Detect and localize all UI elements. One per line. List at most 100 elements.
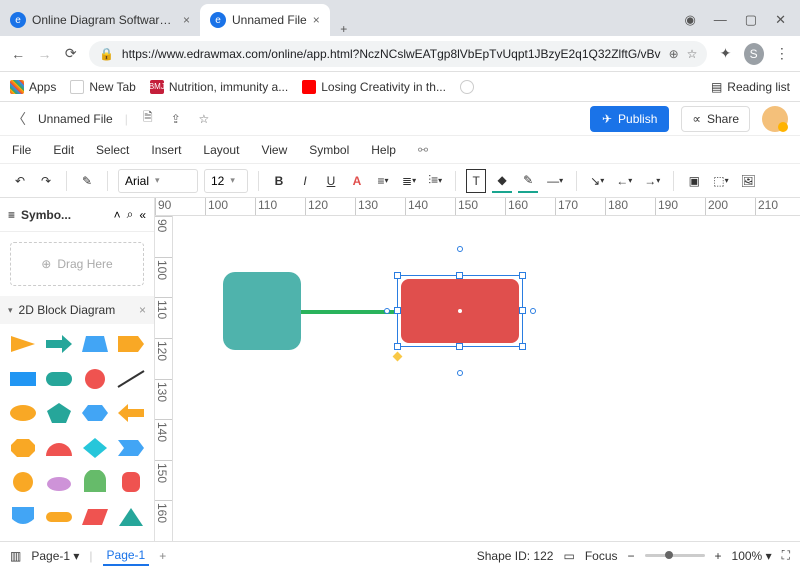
shape-rect[interactable] <box>8 367 38 391</box>
close-icon[interactable]: × <box>183 13 190 27</box>
menu-help[interactable]: Help <box>371 143 396 157</box>
zoom-level[interactable]: 100% ▾ <box>732 549 772 563</box>
italic-button[interactable]: I <box>295 169 315 193</box>
shape-flag[interactable] <box>116 332 146 356</box>
shape-cloud[interactable] <box>44 470 74 494</box>
translate-icon[interactable]: ⊕ <box>669 47 679 61</box>
connector-button[interactable]: ↘▾ <box>587 169 607 193</box>
browser-tab[interactable]: e Online Diagram Software - EdrawM × <box>0 4 200 36</box>
shape-roundrect[interactable] <box>44 367 74 391</box>
link-icon[interactable]: ⚯ <box>418 143 428 157</box>
workspace-canvas[interactable] <box>173 216 800 541</box>
shape-hexagon[interactable] <box>80 401 110 425</box>
bold-button[interactable]: B <box>269 169 289 193</box>
redo-button[interactable]: ↷ <box>36 169 56 193</box>
line-style-button[interactable]: —▾ <box>544 169 566 193</box>
star-icon[interactable]: ☆ <box>687 47 698 61</box>
shape-badge[interactable] <box>8 470 38 494</box>
shape-arrow[interactable] <box>44 332 74 356</box>
shape-arch[interactable] <box>80 470 110 494</box>
resize-handle[interactable] <box>519 343 526 350</box>
shape-circle[interactable] <box>80 367 110 391</box>
record-icon[interactable]: ◉ <box>684 12 695 28</box>
section-2d-block[interactable]: ▾ 2D Block Diagram × <box>0 296 154 324</box>
shape-shield[interactable] <box>8 505 38 529</box>
underline-button[interactable]: U <box>321 169 341 193</box>
connection-point[interactable] <box>530 308 536 314</box>
spacing-button[interactable]: ⫶≡▾ <box>425 169 445 193</box>
connection-point[interactable] <box>384 308 390 314</box>
menu-view[interactable]: View <box>261 143 287 157</box>
menu-symbol[interactable]: Symbol <box>309 143 349 157</box>
shape-pill[interactable] <box>44 505 74 529</box>
fullscreen-icon[interactable]: ⛶ <box>782 548 790 563</box>
chevron-up-icon[interactable]: ˄ <box>114 208 121 222</box>
url-input[interactable]: 🔒 https://www.edrawmax.com/online/app.ht… <box>89 41 707 67</box>
resize-handle[interactable] <box>456 343 463 350</box>
collapse-icon[interactable]: « <box>139 208 146 222</box>
star-icon[interactable]: ☆ <box>196 112 212 126</box>
menu-insert[interactable]: Insert <box>151 143 181 157</box>
shape-step[interactable] <box>116 436 146 460</box>
format-painter-button[interactable]: ✎ <box>77 169 97 193</box>
browser-tab-active[interactable]: e Unnamed File × <box>200 4 330 36</box>
drag-here-zone[interactable]: ⊕Drag Here <box>10 242 144 286</box>
close-icon[interactable]: × <box>139 303 146 317</box>
minimize-icon[interactable]: — <box>714 12 727 28</box>
menu-select[interactable]: Select <box>96 143 129 157</box>
shape-line[interactable] <box>116 367 146 391</box>
selection-box[interactable] <box>397 275 523 347</box>
extensions-icon[interactable]: ✦ <box>717 45 733 62</box>
page-tab[interactable]: Page-1 <box>103 546 150 566</box>
pages-icon[interactable]: ▥ <box>10 549 21 563</box>
add-page-button[interactable]: + <box>159 549 166 563</box>
font-size-select[interactable]: 12▾ <box>204 169 248 193</box>
profile-avatar[interactable]: S <box>744 43 764 65</box>
export-icon[interactable]: ⇪ <box>168 112 184 126</box>
fill-button[interactable]: ◆ <box>492 169 512 193</box>
shape-pentagon[interactable] <box>44 401 74 425</box>
shape-diamond[interactable] <box>80 436 110 460</box>
file-title[interactable]: Unnamed File <box>38 112 113 126</box>
menu-layout[interactable]: Layout <box>203 143 239 157</box>
menu-file[interactable]: File <box>12 143 31 157</box>
zoom-slider[interactable] <box>645 554 705 557</box>
reload-icon[interactable]: ⟳ <box>63 45 79 62</box>
text-box-button[interactable]: T <box>466 169 486 193</box>
shape-octagon[interactable] <box>8 436 38 460</box>
user-avatar[interactable] <box>762 106 788 132</box>
arrange-button[interactable]: ⬚▾ <box>710 169 731 193</box>
bookmark-item[interactable]: BMJNutrition, immunity a... <box>150 80 288 94</box>
focus-button[interactable]: Focus <box>585 549 618 563</box>
share-button[interactable]: ∝Share <box>681 106 750 132</box>
search-icon[interactable]: ⌕ <box>127 207 134 222</box>
font-color-button[interactable]: A <box>347 169 367 193</box>
save-icon[interactable]: 🗎 <box>140 108 156 129</box>
resize-handle[interactable] <box>456 272 463 279</box>
resize-handle[interactable] <box>519 272 526 279</box>
connection-point[interactable] <box>457 370 463 376</box>
shape-teal-roundrect[interactable] <box>223 272 301 350</box>
apps-bookmark[interactable]: Apps <box>10 80 56 94</box>
menu-icon[interactable]: ⋮ <box>774 45 790 62</box>
group-button[interactable]: ▣ <box>684 169 704 193</box>
resize-handle[interactable] <box>394 343 401 350</box>
shape-arrow-left[interactable] <box>116 401 146 425</box>
back-icon[interactable]: ← <box>10 46 26 62</box>
reading-list[interactable]: ▤Reading list <box>711 80 790 94</box>
arrow-end-button[interactable]: →▾ <box>641 169 663 193</box>
presentation-icon[interactable]: ▭ <box>563 549 574 563</box>
back-icon[interactable]: 〈 <box>12 109 26 129</box>
image-button[interactable]: 🖼 <box>738 169 759 193</box>
bookmark-item[interactable]: Losing Creativity in th... <box>302 80 446 94</box>
close-window-icon[interactable]: ✕ <box>775 12 786 28</box>
menu-edit[interactable]: Edit <box>53 143 74 157</box>
bookmark-item[interactable] <box>460 80 474 94</box>
resize-handle[interactable] <box>394 307 401 314</box>
shape-ellipse[interactable] <box>8 401 38 425</box>
zoom-out-button[interactable]: − <box>628 549 635 563</box>
resize-handle[interactable] <box>519 307 526 314</box>
shape-parallelogram[interactable] <box>80 505 110 529</box>
maximize-icon[interactable]: ▢ <box>745 12 757 28</box>
page-select[interactable]: Page-1 ▾ <box>31 549 79 563</box>
